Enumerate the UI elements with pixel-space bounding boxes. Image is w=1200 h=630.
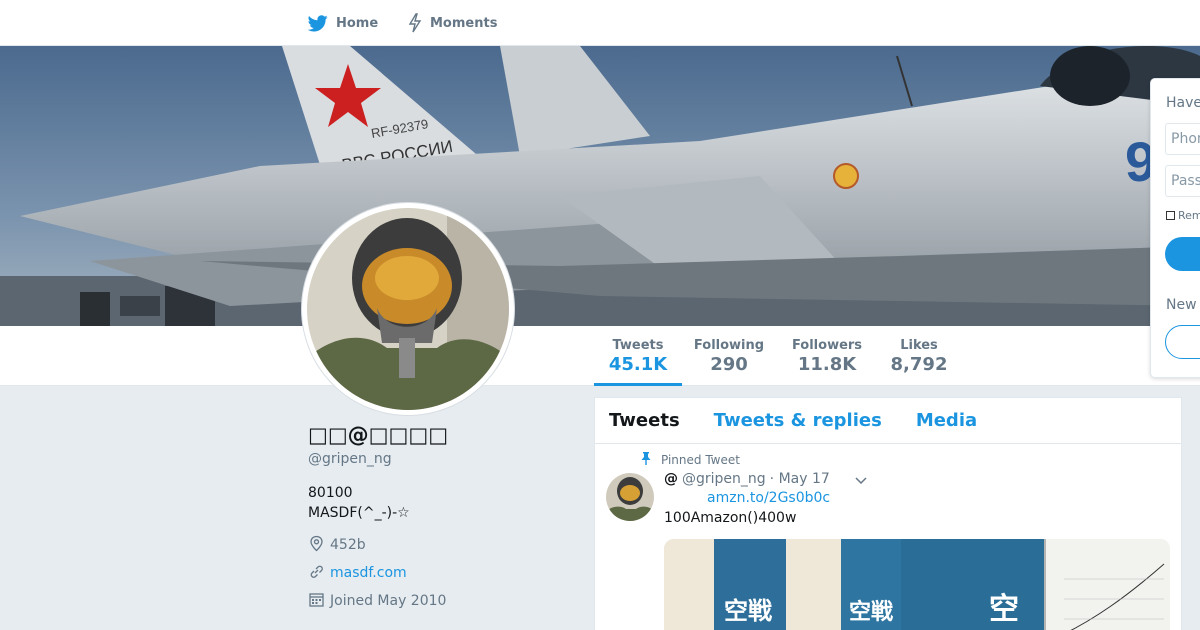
lightning-icon <box>408 13 422 33</box>
location-pin-icon <box>308 535 325 556</box>
stat-following[interactable]: Following 290 <box>690 326 768 386</box>
signup-prompt: New <box>1166 297 1197 313</box>
nav-home-label: Home <box>336 15 379 31</box>
display-name[interactable]: □□@□□□□ <box>308 420 578 450</box>
tweet-fullname[interactable]: @ <box>664 471 678 487</box>
phone-field[interactable]: Phon <box>1165 123 1200 155</box>
remember-checkbox[interactable] <box>1166 211 1175 220</box>
timeline-tabs: Tweets Tweets & replies Media <box>595 398 1181 444</box>
stat-followers-label: Followers <box>791 338 863 353</box>
location-text: 452b <box>330 537 366 553</box>
remember-label: Rem <box>1178 209 1200 222</box>
screen-name[interactable]: @gripen_ng <box>308 451 578 467</box>
bio-line-1: 80100 <box>308 485 353 501</box>
profile-banner: RF-92379 ВВС РОССИИ 9 <box>0 46 1200 326</box>
bio: 80100 MASDF(^_-)-☆ <box>308 483 578 523</box>
joined-row: Joined May 2010 <box>308 591 578 611</box>
stat-tweets[interactable]: Tweets 45.1K <box>594 326 682 386</box>
stat-following-label: Following <box>693 338 765 353</box>
joined-text: Joined May 2010 <box>330 593 447 609</box>
tweet-header: @ @gripen_ng · May 17 <box>664 471 830 487</box>
nav-moments[interactable]: Moments <box>408 0 497 46</box>
media-text-3: 空 <box>989 592 1019 627</box>
stat-tweets-label: Tweets <box>612 338 664 353</box>
stat-followers[interactable]: Followers 11.8K <box>788 326 866 386</box>
media-text-1: 空戦 <box>724 597 772 625</box>
tweet-link[interactable]: amzn.to/2Gs0b0c <box>707 490 830 506</box>
profile-card: □□@□□□□ @gripen_ng 80100 MASDF(^_-)-☆ 45… <box>308 420 578 611</box>
stat-likes-label: Likes <box>900 338 938 353</box>
tab-tweets[interactable]: Tweets <box>609 410 680 431</box>
bio-line-2: MASDF(^_-)-☆ <box>308 505 410 521</box>
profile-avatar[interactable] <box>302 203 514 415</box>
pinned-label: Pinned Tweet <box>661 453 740 467</box>
tweet-avatar[interactable] <box>606 473 654 521</box>
stat-likes[interactable]: Likes 8,792 <box>882 326 956 386</box>
link-icon <box>308 563 325 584</box>
login-button[interactable] <box>1165 237 1200 271</box>
stat-likes-value: 8,792 <box>890 354 948 375</box>
profile-nav: Tweets 45.1K Following 290 Followers 11.… <box>0 326 1200 386</box>
tweet-text: 100Amazon()400w <box>664 510 797 526</box>
remember-me[interactable]: Rem <box>1166 209 1200 222</box>
stat-followers-value: 11.8K <box>797 354 857 375</box>
profile-url-link[interactable]: masdf.com <box>330 565 407 581</box>
location-row: 452b <box>308 535 578 555</box>
tweet-timestamp[interactable]: · May 17 <box>770 471 830 487</box>
nav-home[interactable]: Home <box>308 0 378 46</box>
pinned-indicator: Pinned Tweet <box>641 452 740 468</box>
stat-tweets-value: 45.1K <box>608 354 668 375</box>
chevron-down-icon[interactable] <box>854 472 868 491</box>
media-text-2: 空戦 <box>849 599 894 625</box>
timeline: Tweets Tweets & replies Media Pinned Twe… <box>594 397 1182 630</box>
stat-following-value: 290 <box>710 354 748 375</box>
calendar-icon <box>308 591 325 612</box>
url-row: masdf.com <box>308 563 578 583</box>
login-dropdown: Have Phon Pass Rem New <box>1150 78 1200 378</box>
tweet-media[interactable]: 空戦 空戦 空 <box>664 539 1170 630</box>
password-field[interactable]: Pass <box>1165 165 1200 197</box>
tweet-screen-name[interactable]: @gripen_ng <box>682 471 766 487</box>
login-prompt: Have <box>1166 95 1200 111</box>
top-nav: Home Moments <box>0 0 1200 46</box>
tab-tweets-replies[interactable]: Tweets & replies <box>714 410 882 431</box>
bird-icon <box>308 14 328 32</box>
nav-moments-label: Moments <box>430 15 498 31</box>
tab-media[interactable]: Media <box>916 410 977 431</box>
signup-button[interactable] <box>1165 325 1200 359</box>
pin-icon <box>641 452 651 468</box>
